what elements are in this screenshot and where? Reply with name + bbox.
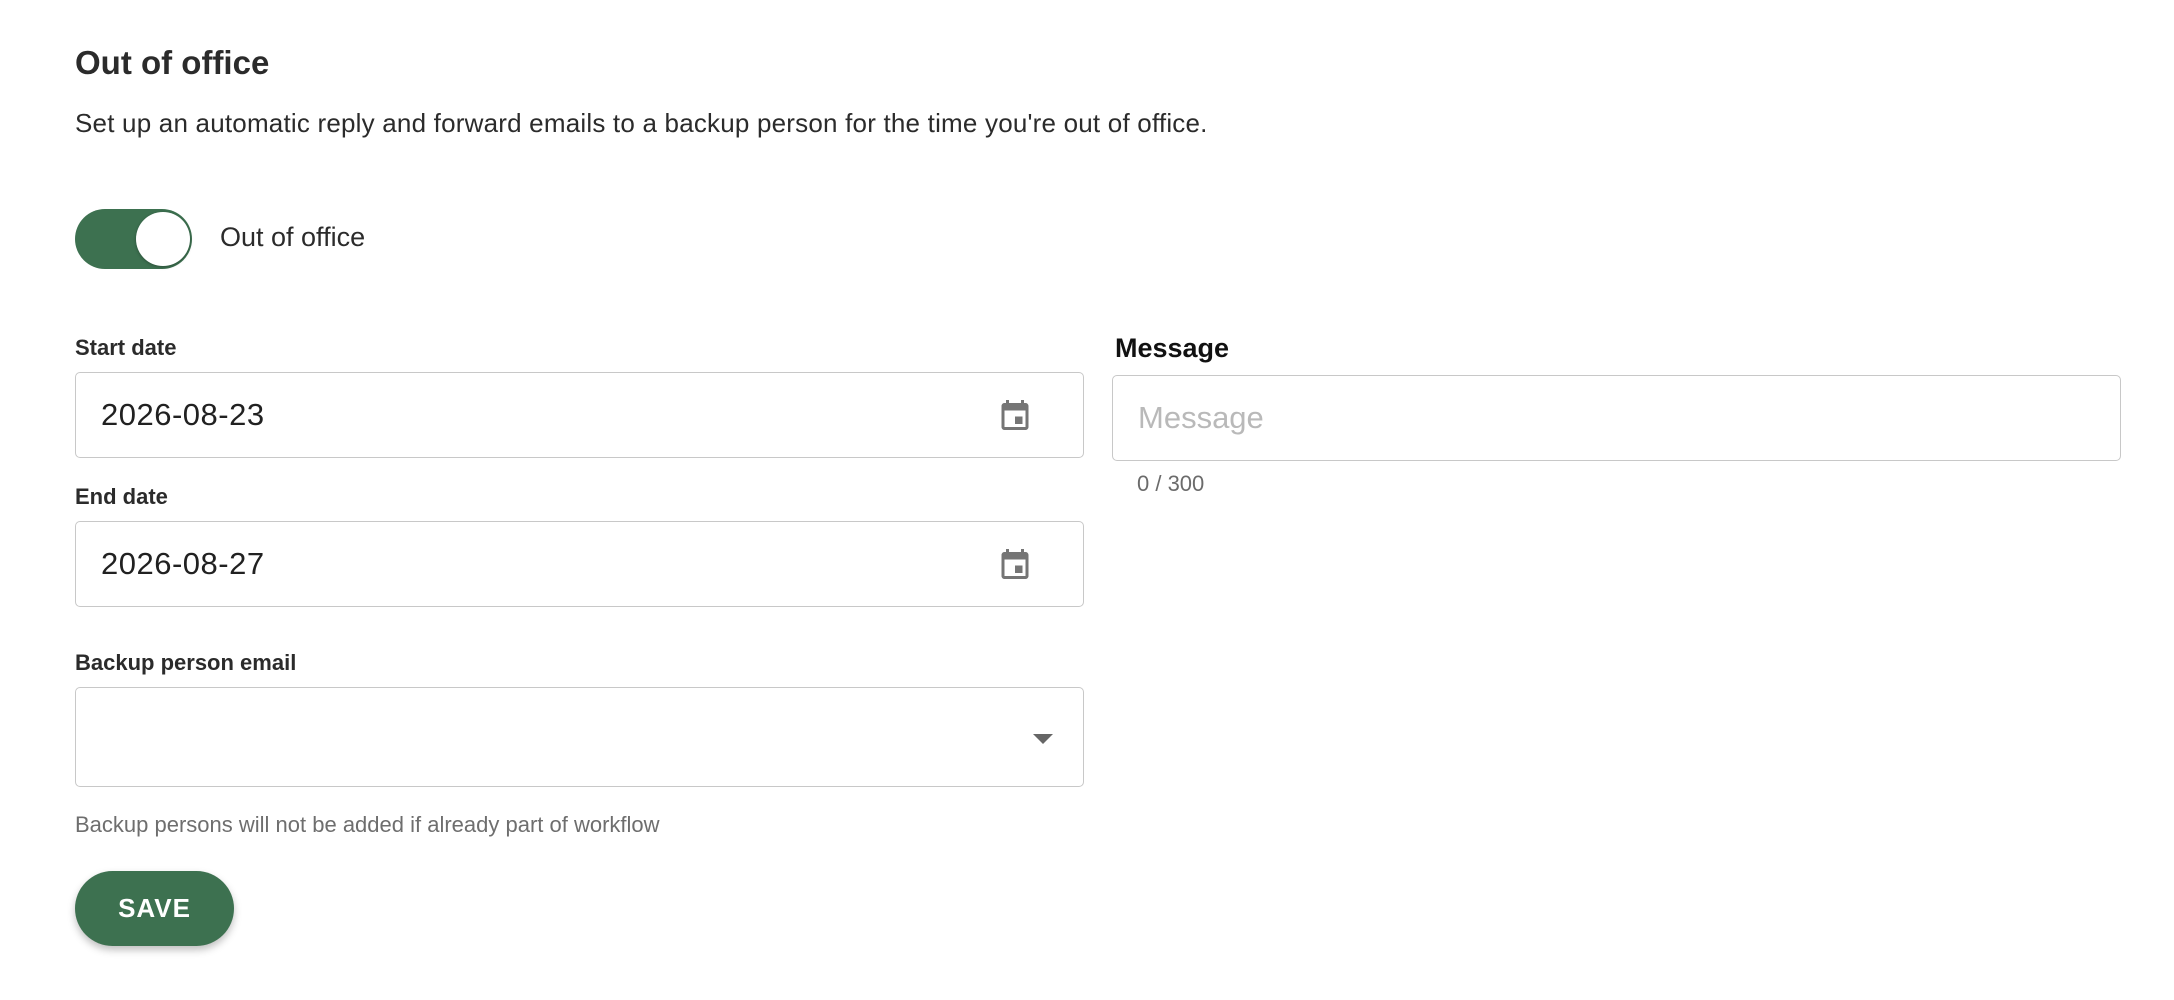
backup-helper-text: Backup persons will not be added if alre… xyxy=(75,812,660,837)
backup-email-label: Backup person email xyxy=(75,650,297,675)
end-date-field[interactable]: 2026-08-27 xyxy=(75,521,1084,607)
toggle-knob xyxy=(136,212,190,266)
message-char-counter: 0 / 300 xyxy=(1137,471,1205,496)
end-date-value: 2026-08-27 xyxy=(101,546,265,581)
start-date-value: 2026-08-23 xyxy=(101,397,265,432)
save-button[interactable]: SAVE xyxy=(75,871,234,946)
message-label: Message xyxy=(1115,333,1230,363)
toggle-label: Out of office xyxy=(220,222,366,252)
out-of-office-toggle[interactable] xyxy=(75,209,192,269)
start-date-field[interactable]: 2026-08-23 xyxy=(75,372,1084,458)
page-title: Out of office xyxy=(75,44,270,81)
start-date-label: Start date xyxy=(75,335,177,360)
message-field[interactable]: Message xyxy=(1112,375,2121,461)
calendar-icon[interactable] xyxy=(997,544,1033,584)
end-date-label: End date xyxy=(75,484,168,509)
out-of-office-page: Out of office Set up an automatic reply … xyxy=(0,0,2174,1000)
page-description: Set up an automatic reply and forward em… xyxy=(75,108,1208,138)
message-placeholder: Message xyxy=(1138,400,1264,435)
calendar-icon[interactable] xyxy=(997,395,1033,435)
chevron-down-icon[interactable] xyxy=(1033,734,1053,744)
backup-email-select[interactable] xyxy=(75,687,1084,787)
